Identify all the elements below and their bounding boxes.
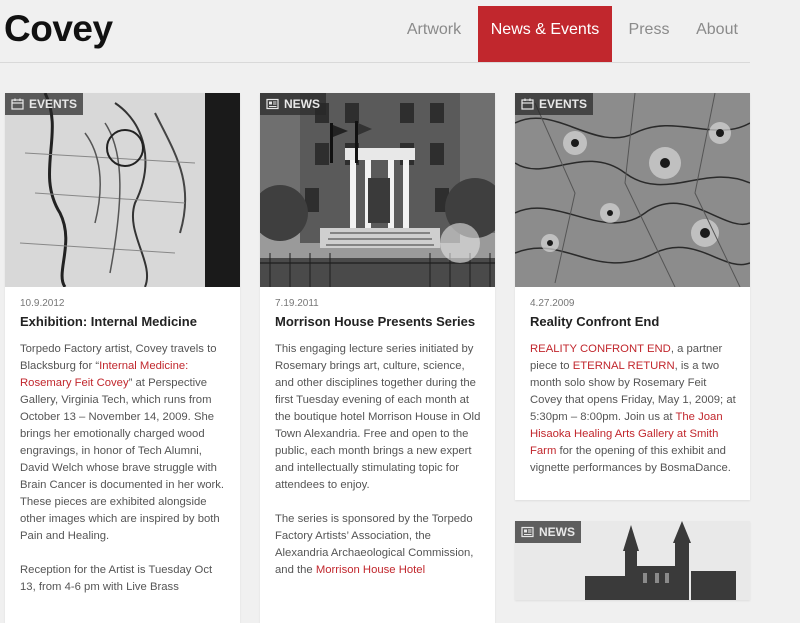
card-badge: EVENTS [5,93,84,115]
card-body: 4.27.2009 Reality Confront End REALITY C… [530,287,738,494]
badge-label: NEWS [539,525,575,539]
card-badge: NEWS [515,521,581,543]
text-segment: for the opening of this exhibit and vign… [530,445,731,474]
news-card[interactable]: EVENTS 10.9.2012 Exhibition: Internal Me… [5,93,240,623]
badge-label: EVENTS [29,97,78,111]
nav-item-about[interactable]: About [686,6,748,62]
card-text: This engaging lecture series initiated b… [275,341,483,579]
card-date: 10.9.2012 [20,298,65,309]
card-text: REALITY CONFRONT END, a partner piece to… [530,341,738,477]
card-image[interactable]: EVENTS [515,93,750,287]
badge-label: NEWS [284,97,320,111]
newspaper-icon [266,98,279,110]
card-title[interactable]: Reality Confront End [530,314,738,329]
news-card[interactable]: EVENTS 4.27.2009 Reality Confront End RE… [515,93,750,500]
main-nav: Artwork News & Events Press About [0,6,750,62]
newspaper-icon [521,526,534,538]
news-card[interactable]: NEWS [515,521,750,600]
card-image[interactable]: NEWS [260,93,495,287]
text-paragraph: Reception for the Artist is Tuesday Oct … [20,564,213,593]
card-image[interactable]: NEWS [515,521,750,600]
reality-confront-end-link[interactable]: REALITY CONFRONT END [530,343,671,355]
card-date: 7.19.2011 [275,298,319,309]
morrison-house-hotel-link[interactable]: Morrison House Hotel [316,564,425,576]
nav-item-artwork[interactable]: Artwork [394,6,474,62]
card-body: 10.9.2012 Exhibition: Internal Medicine … [20,287,228,613]
card-body: 7.19.2011 Morrison House Presents Series… [275,287,483,596]
card-image[interactable]: EVENTS [5,93,240,287]
eternal-return-link[interactable]: ETERNAL RETURN [573,360,675,372]
text-segment: ” at Perspective Gallery, Virginia Tech,… [20,377,225,542]
badge-label: EVENTS [539,97,588,111]
card-text: Torpedo Factory artist, Covey travels to… [20,341,228,596]
calendar-icon [521,98,534,110]
news-card[interactable]: NEWS 7.19.2011 Morrison House Presents S… [260,93,495,623]
nav-item-press[interactable]: Press [620,6,678,62]
text-paragraph: This engaging lecture series initiated b… [275,343,481,491]
site-header: Covey Artwork News & Events Press About [0,0,750,63]
nav-item-news-events[interactable]: News & Events [478,6,612,62]
card-badge: NEWS [260,93,326,115]
calendar-icon [11,98,24,110]
card-date: 4.27.2009 [530,298,575,309]
card-title[interactable]: Morrison House Presents Series [275,314,483,329]
card-title[interactable]: Exhibition: Internal Medicine [20,314,228,329]
card-badge: EVENTS [515,93,594,115]
